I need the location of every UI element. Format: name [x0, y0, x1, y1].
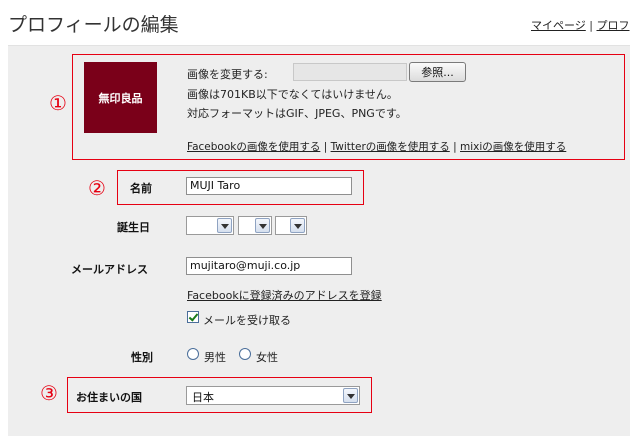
profile-link[interactable]: プロフ: [597, 19, 630, 32]
logo-text: 無印良品: [98, 91, 143, 105]
birth-day-select[interactable]: [275, 216, 307, 235]
email-input[interactable]: mujitaro@muji.co.jp: [186, 257, 352, 275]
separator: |: [453, 141, 457, 153]
birth-year-select[interactable]: [186, 216, 234, 235]
page-title: プロフィールの編集: [8, 14, 179, 36]
chevron-down-icon: [255, 218, 270, 233]
social-image-links: Facebookの画像を使用する | Twitterの画像を使用する | mix…: [187, 139, 566, 154]
gender-label: 性別: [131, 351, 153, 364]
facebook-image-link[interactable]: Facebookの画像を使用する: [187, 141, 320, 153]
facebook-email-link[interactable]: Facebookに登録済みのアドレスを登録: [187, 287, 382, 303]
email-label: メールアドレス: [71, 263, 148, 276]
marker-1: ①: [49, 91, 67, 115]
name-label: 名前: [130, 182, 152, 195]
size-note: 画像は701KB以下でなくてはいけません。: [187, 88, 398, 101]
mixi-image-link[interactable]: mixiの画像を使用する: [460, 141, 566, 153]
country-select[interactable]: 日本: [186, 386, 360, 405]
receive-mail-label: メールを受け取る: [203, 314, 291, 327]
gender-male-label: 男性: [204, 351, 226, 364]
chevron-down-icon: [290, 218, 305, 233]
marker-2: ②: [88, 176, 106, 200]
change-image-label: 画像を変更する:: [187, 68, 268, 81]
browse-button[interactable]: 参照...: [409, 62, 466, 82]
profile-image: 無印良品: [84, 62, 157, 133]
format-note: 対応フォーマットはGIF、JPEG、PNGです。: [187, 107, 407, 120]
chevron-down-icon: [217, 218, 232, 233]
twitter-image-link[interactable]: Twitterの画像を使用する: [331, 141, 450, 153]
gender-female-label: 女性: [256, 351, 278, 364]
chevron-down-icon: [343, 388, 358, 403]
name-input[interactable]: MUJI Taro: [186, 177, 352, 195]
top-links: マイページ | プロフ: [531, 17, 630, 33]
gender-female-radio[interactable]: [239, 348, 251, 360]
marker-3: ③: [40, 381, 58, 405]
birth-month-select[interactable]: [238, 216, 272, 235]
country-selected-value: 日本: [192, 391, 214, 404]
mypage-link[interactable]: マイページ: [531, 19, 586, 32]
separator: |: [323, 141, 328, 153]
file-path-field[interactable]: [293, 63, 407, 81]
receive-mail-checkbox[interactable]: [187, 311, 199, 323]
country-label: お住まいの国: [76, 391, 142, 404]
birthday-label: 誕生日: [117, 221, 150, 234]
gender-male-radio[interactable]: [187, 348, 199, 360]
link-separator: |: [589, 19, 593, 32]
